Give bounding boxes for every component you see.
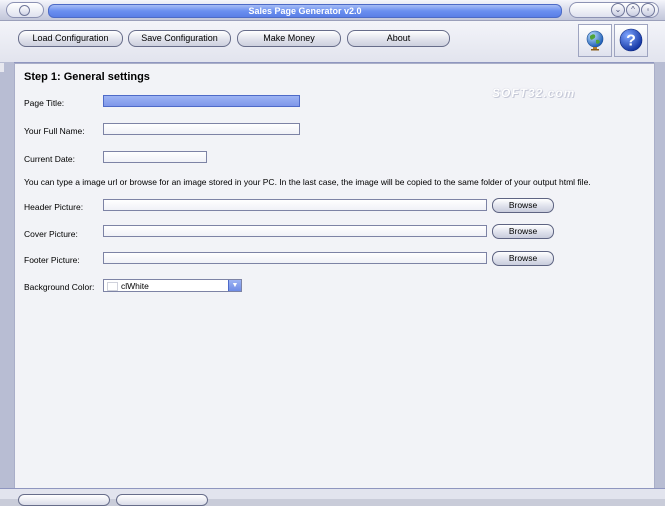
background-color-value: clWhite <box>121 281 149 291</box>
bottom-bar <box>0 488 665 506</box>
color-swatch <box>107 282 118 291</box>
back-button[interactable] <box>18 494 110 506</box>
globe-button[interactable] <box>578 24 612 57</box>
general-settings-panel: Step 1: General settings SOFT32.com Page… <box>14 63 655 489</box>
cover-browse-button[interactable]: Browse <box>492 224 554 239</box>
toolbar: Load Configuration Save Configuration Ma… <box>0 21 665 64</box>
right-frame <box>654 62 665 498</box>
svg-text:?: ? <box>626 33 636 50</box>
dropdown-arrow-icon[interactable]: ▼ <box>228 280 241 291</box>
left-frame <box>0 62 14 498</box>
window-buttons: ⌄ ^ ◦ <box>611 3 655 17</box>
footer-browse-button[interactable]: Browse <box>492 251 554 266</box>
background-color-label: Background Color: <box>24 282 95 292</box>
header-picture-label: Header Picture: <box>24 202 84 212</box>
next-button[interactable] <box>116 494 208 506</box>
window-title: Sales Page Generator v2.0 <box>48 4 562 18</box>
save-configuration-button[interactable]: Save Configuration <box>128 30 231 47</box>
header-browse-button[interactable]: Browse <box>492 198 554 213</box>
left-edge-strip <box>0 63 4 72</box>
background-color-select[interactable]: clWhite ▼ <box>103 279 242 292</box>
system-menu-button[interactable] <box>6 2 44 18</box>
watermark: SOFT32.com <box>492 86 576 100</box>
current-date-label: Current Date: <box>24 154 76 164</box>
footer-picture-input[interactable] <box>103 252 487 264</box>
full-name-label: Your Full Name: <box>24 126 85 136</box>
close-button[interactable]: ◦ <box>641 3 655 17</box>
cover-picture-label: Cover Picture: <box>24 229 78 239</box>
minimize-button[interactable]: ⌄ <box>611 3 625 17</box>
make-money-button[interactable]: Make Money <box>237 30 341 47</box>
globe-icon <box>586 30 604 51</box>
current-date-input[interactable] <box>103 151 207 163</box>
system-menu-icon <box>19 5 30 16</box>
maximize-button[interactable]: ^ <box>626 3 640 17</box>
page-title-input[interactable] <box>103 95 300 107</box>
about-button[interactable]: About <box>347 30 450 47</box>
page-title-label: Page Title: <box>24 98 65 108</box>
load-configuration-button[interactable]: Load Configuration <box>18 30 123 47</box>
cover-picture-input[interactable] <box>103 225 487 237</box>
full-name-input[interactable] <box>103 123 300 135</box>
help-icon: ? <box>619 28 643 52</box>
header-picture-input[interactable] <box>103 199 487 211</box>
footer-picture-label: Footer Picture: <box>24 255 80 265</box>
help-button[interactable]: ? <box>614 24 648 57</box>
title-bar[interactable]: Sales Page Generator v2.0 ⌄ ^ ◦ <box>0 0 665 21</box>
step-title: Step 1: General settings <box>24 71 150 83</box>
image-info-text: You can type a image url or browse for a… <box>24 177 591 187</box>
